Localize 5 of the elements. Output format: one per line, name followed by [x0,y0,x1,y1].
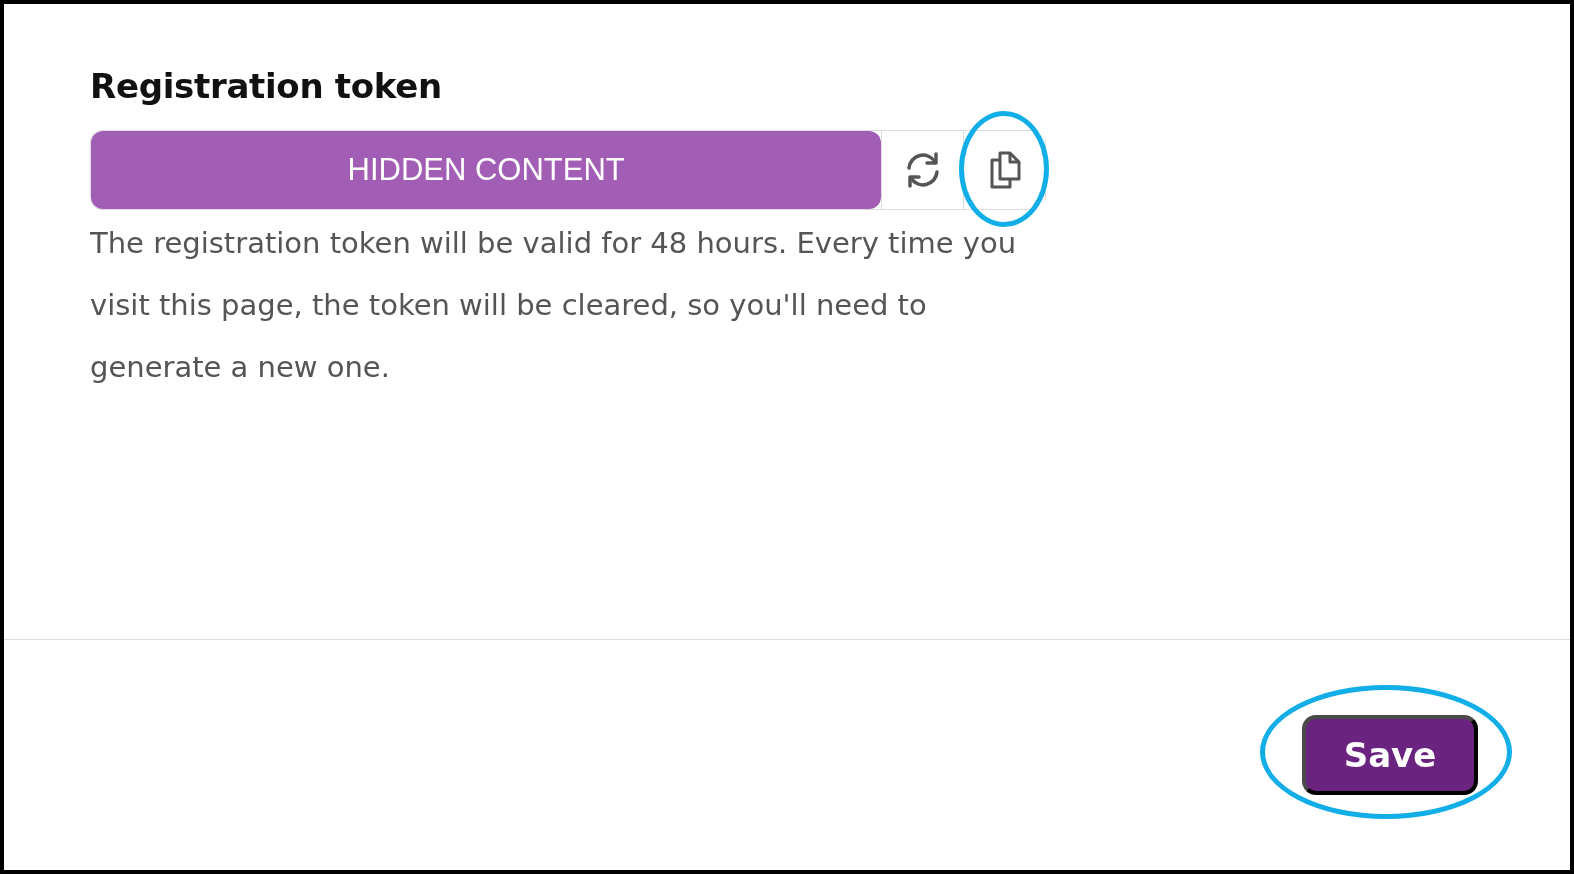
section-title: Registration token [90,66,443,106]
copy-button[interactable] [963,131,1045,209]
redacted-token: HIDDEN CONTENT [91,131,882,209]
save-button[interactable]: Save [1302,715,1478,795]
help-text: The registration token will be valid for 48 hours. Every time you visit this page, the token will be cleared, so you'll need to generate a new one. [90,225,1018,386]
